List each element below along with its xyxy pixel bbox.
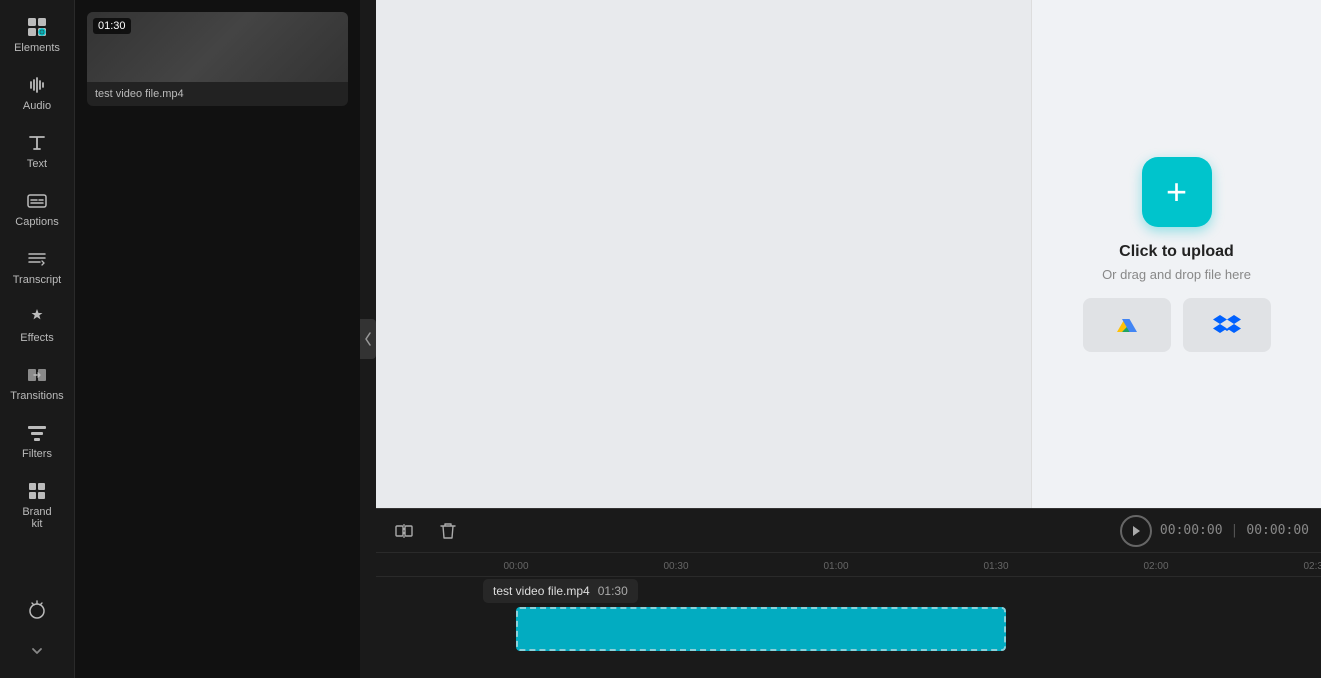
main-area: + Click to upload Or drag and drop file … <box>376 0 1321 678</box>
timeline-toolbar: 00:00:00 | 00:00:00 <box>376 509 1321 553</box>
upload-sources <box>1083 298 1271 352</box>
transcript-icon <box>26 248 48 270</box>
sidebar-item-audio[interactable]: Audio <box>3 66 71 120</box>
sidebar-effects-label: Effects <box>20 332 53 344</box>
thumbnail-duration: 01:30 <box>93 18 131 34</box>
delete-button[interactable] <box>432 515 464 547</box>
sidebar: Elements Audio Text Captions <box>0 0 75 678</box>
sidebar-item-captions[interactable]: Captions <box>3 182 71 236</box>
sidebar-text-label: Text <box>27 158 47 170</box>
sidebar-item-elements[interactable]: Elements <box>3 8 71 62</box>
audio-icon <box>26 74 48 96</box>
upload-title: Click to upload <box>1119 243 1234 261</box>
current-time: 00:00:00 <box>1160 523 1223 538</box>
sidebar-captions-label: Captions <box>15 216 58 228</box>
video-clip[interactable] <box>516 607 1006 651</box>
filters-icon <box>26 422 48 444</box>
ruler-mark-1: 00:30 <box>663 561 688 572</box>
ruler-mark-4: 02:00 <box>1143 561 1168 572</box>
sidebar-elements-label: Elements <box>14 42 60 54</box>
upload-subtitle: Or drag and drop file here <box>1102 267 1251 282</box>
clip-tooltip-name: test video file.mp4 <box>493 584 590 598</box>
timeline-tracks: 00:00 00:30 01:00 01:30 02:00 02:30 test… <box>376 553 1321 678</box>
panel-collapse-button[interactable] <box>360 319 376 359</box>
sidebar-transcript-label: Transcript <box>13 274 62 286</box>
sidebar-item-filters[interactable]: Filters <box>3 414 71 468</box>
clip-tooltip: test video file.mp4 01:30 <box>483 579 638 603</box>
sidebar-item-text[interactable]: Text <box>3 124 71 178</box>
sidebar-brand-label: Brandkit <box>22 506 51 530</box>
transitions-icon <box>26 364 48 386</box>
ruler-mark-5: 02:30 <box>1303 561 1321 572</box>
plus-icon: + <box>1166 174 1187 210</box>
sidebar-item-transitions[interactable]: Transitions <box>3 356 71 410</box>
clip-tooltip-duration: 01:30 <box>598 584 628 598</box>
canvas-area: + Click to upload Or drag and drop file … <box>376 0 1321 508</box>
total-time: 00:00:00 <box>1246 523 1309 538</box>
split-button[interactable] <box>388 515 420 547</box>
timeline-area: 00:00:00 | 00:00:00 00:00 00:30 01:00 01… <box>376 508 1321 678</box>
video-filename: test video file.mp4 <box>87 82 348 106</box>
track-area: test video file.mp4 01:30 <box>376 577 1321 678</box>
ruler-mark-0: 00:00 <box>503 561 528 572</box>
sidebar-item-effects[interactable]: Effects <box>3 298 71 352</box>
sidebar-item-apps[interactable] <box>3 590 71 628</box>
sidebar-item-chevron[interactable] <box>3 632 71 670</box>
text-icon <box>26 132 48 154</box>
playback-controls: 00:00:00 | 00:00:00 <box>1120 515 1309 547</box>
effects-icon <box>26 306 48 328</box>
sidebar-audio-label: Audio <box>23 100 51 112</box>
google-drive-button[interactable] <box>1083 298 1171 352</box>
sidebar-item-transcript[interactable]: Transcript <box>3 240 71 294</box>
timeline-ruler: 00:00 00:30 01:00 01:30 02:00 02:30 <box>376 553 1321 577</box>
dropbox-button[interactable] <box>1183 298 1271 352</box>
left-panel: 01:30 test video file.mp4 <box>75 0 360 678</box>
apps-icon <box>26 598 48 620</box>
sidebar-item-brand[interactable]: Brandkit <box>3 472 71 538</box>
chevron-down-icon <box>26 640 48 662</box>
sidebar-transitions-label: Transitions <box>10 390 63 402</box>
ruler-mark-3: 01:30 <box>983 561 1008 572</box>
ruler-mark-2: 01:00 <box>823 561 848 572</box>
video-thumbnail[interactable]: 01:30 test video file.mp4 <box>87 12 348 106</box>
brand-icon <box>26 480 48 502</box>
play-button[interactable] <box>1120 515 1152 547</box>
sidebar-filters-label: Filters <box>22 448 52 460</box>
upload-panel: + Click to upload Or drag and drop file … <box>1031 0 1321 508</box>
captions-icon <box>26 190 48 212</box>
elements-icon <box>26 16 48 38</box>
upload-button[interactable]: + <box>1142 157 1212 227</box>
